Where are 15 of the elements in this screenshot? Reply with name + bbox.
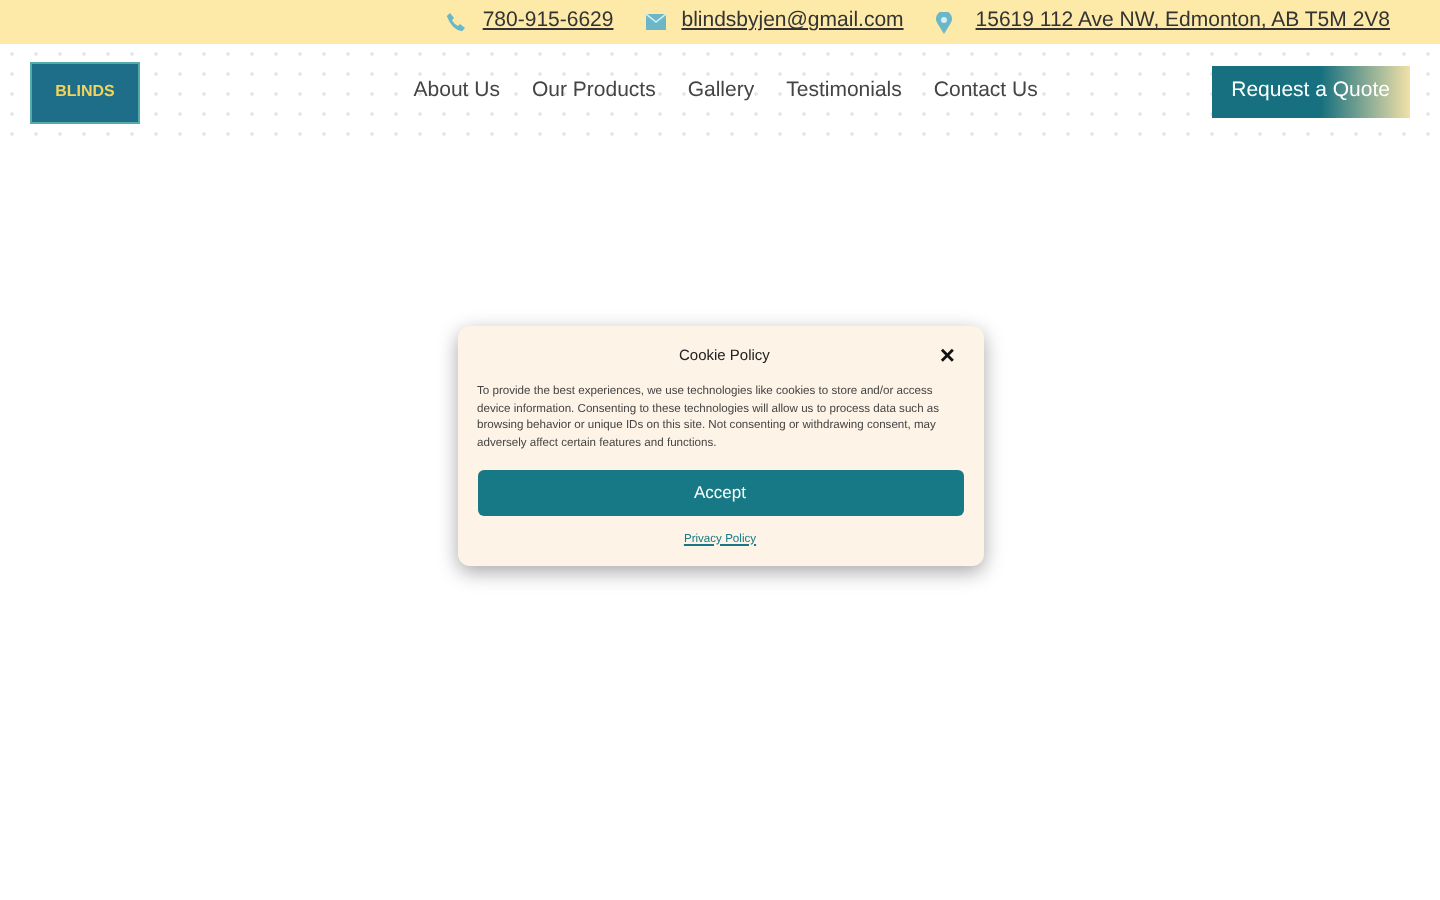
close-button[interactable]: ×: [939, 342, 955, 368]
nav-link[interactable]: Our Products: [531, 76, 656, 108]
phone-icon: [446, 12, 467, 32]
envelope-icon: [645, 14, 666, 30]
phone-link[interactable]: 780-915-6629: [482, 6, 614, 38]
request-quote-button[interactable]: Request a Quote: [1211, 66, 1410, 118]
address-link[interactable]: 15619 112 Ave NW, Edmonton, AB T5M 2V8: [975, 6, 1390, 38]
email-link[interactable]: blindsbyjen@gmail.com: [681, 6, 904, 38]
logo[interactable]: BLINDS: [30, 61, 140, 123]
nav-link[interactable]: Contact Us: [933, 76, 1038, 108]
nav-link[interactable]: About Us: [413, 76, 500, 108]
location-pin-icon: [935, 11, 952, 33]
accept-button[interactable]: Accept: [477, 469, 963, 515]
nav-link[interactable]: Testimonials: [786, 76, 902, 108]
nav-link[interactable]: Gallery: [687, 76, 755, 108]
